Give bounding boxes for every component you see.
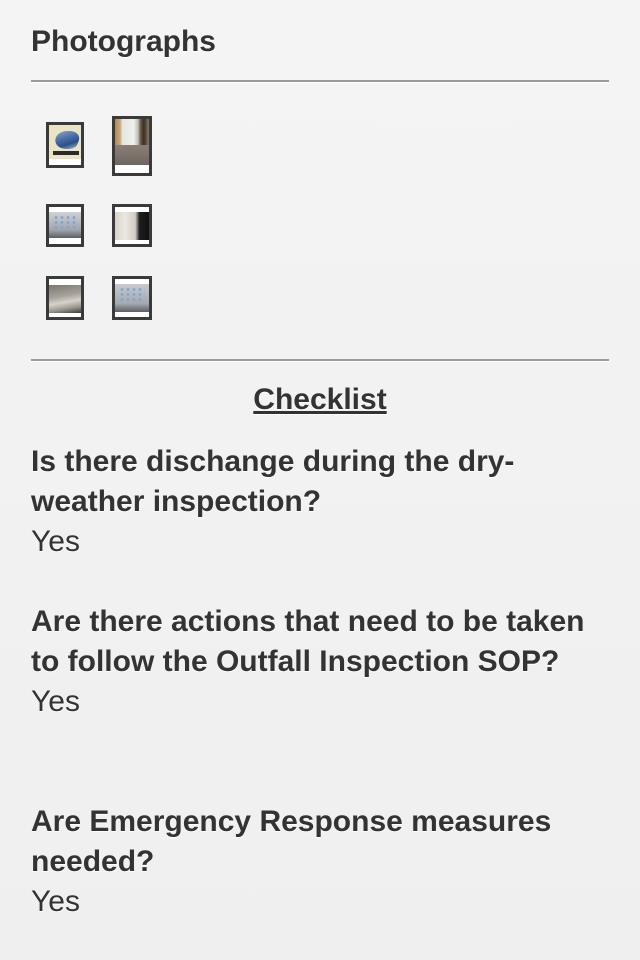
app-icons-graphic (53, 215, 77, 229)
wall-device-image (115, 212, 149, 240)
blurry-surface-image (49, 285, 81, 313)
photo-thumbnail-6[interactable] (112, 276, 152, 320)
checklist-question: Are there actions that need to be taken … (31, 605, 585, 678)
photographs-title: Photographs (31, 25, 216, 58)
checklist-heading: Checklist (253, 383, 387, 416)
checklist-answer: Yes (31, 525, 80, 558)
section-divider (31, 80, 609, 82)
tablet-homescreen-image (49, 212, 81, 238)
app-icons-graphic (119, 287, 145, 301)
section-divider (31, 359, 609, 361)
checklist-item: Is there dischange during the dry-weathe… (31, 442, 611, 562)
photo-thumbnail-1[interactable] (46, 122, 84, 168)
hallway-image (115, 119, 149, 165)
river-graphic (51, 131, 81, 149)
rice-creek-logo-image (49, 125, 81, 159)
checklist-item: Are there actions that need to be taken … (31, 602, 611, 722)
photo-thumbnail-3[interactable] (46, 204, 84, 247)
logo-caption-graphic (53, 151, 79, 155)
checklist-question: Is there dischange during the dry-weathe… (31, 445, 515, 518)
checklist-question: Are Emergency Response measures needed? (31, 805, 552, 878)
photo-thumbnail-4[interactable] (112, 204, 152, 247)
checklist-answer: Yes (31, 685, 80, 718)
tablet-homescreen-image (115, 284, 149, 312)
checklist-answer: Yes (31, 885, 80, 918)
photo-thumbnail-5[interactable] (46, 276, 84, 320)
floor-graphic (115, 145, 149, 165)
photo-thumbnail-2[interactable] (112, 116, 152, 176)
checklist-item: Are Emergency Response measures needed? … (31, 802, 611, 922)
